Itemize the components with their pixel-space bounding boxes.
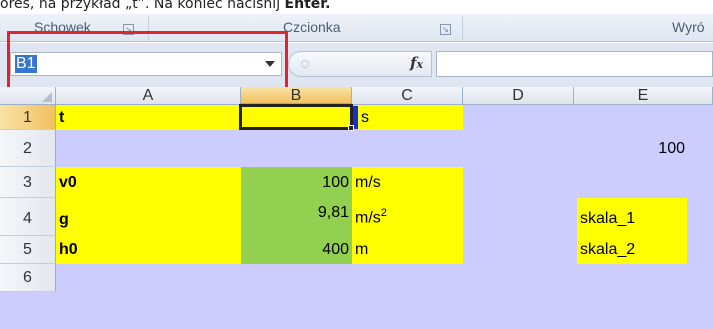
formula-bar-buttons: fx	[322, 51, 432, 77]
column-header-b[interactable]: B	[241, 87, 352, 105]
instruction-text-main: ores, na przykład „t”. Na koniec naciśni…	[0, 0, 285, 12]
column-header-c[interactable]: C	[352, 87, 463, 105]
cell-c5[interactable]: m	[352, 236, 463, 264]
cell-e5[interactable]: skala_2	[577, 236, 687, 264]
row-header-5[interactable]: 5	[0, 236, 56, 264]
cell-c4-unit: m/s	[355, 209, 381, 227]
cell-b1-active[interactable]	[239, 104, 353, 130]
cell-a3[interactable]: v0	[56, 167, 241, 198]
row-header-1[interactable]: 1	[0, 105, 56, 130]
insert-function-icon[interactable]: fx	[410, 54, 423, 72]
row-header-4[interactable]: 4	[0, 198, 56, 236]
column-header-d[interactable]: D	[463, 87, 574, 105]
fill-handle[interactable]	[348, 125, 354, 131]
cell-c4-exponent: 2	[380, 207, 387, 219]
cell-a4[interactable]: g	[56, 198, 241, 236]
formula-input[interactable]	[436, 51, 713, 77]
row-header-3[interactable]: 3	[0, 167, 56, 198]
instruction-text-bold: Enter.	[284, 0, 331, 12]
ribbon-group-font: Czcionka	[283, 19, 341, 35]
cell-b5[interactable]: 400	[241, 236, 352, 264]
column-header-e[interactable]: E	[574, 87, 713, 105]
formula-bar-expand-handle[interactable]	[288, 51, 322, 77]
cell-e2[interactable]: 100	[574, 130, 688, 167]
handle-dot-icon	[301, 60, 309, 68]
ribbon-separator	[462, 16, 463, 40]
cell-b4[interactable]: 9,81	[241, 198, 352, 236]
row-header-6[interactable]: 6	[0, 264, 56, 292]
column-header-a[interactable]: A	[56, 87, 241, 105]
cell-c3[interactable]: m/s	[352, 167, 463, 198]
cell-c1[interactable]: s	[358, 105, 463, 130]
ribbon-group-alignment: Wyró	[672, 19, 705, 35]
select-all-corner[interactable]	[0, 87, 56, 105]
cell-e4[interactable]: skala_1	[577, 198, 687, 236]
cell-c4[interactable]: m/s2	[352, 198, 463, 236]
row-header-2[interactable]: 2	[0, 130, 56, 167]
spreadsheet-grid: A B C D E 1 2 3 4 5 6 t s 100 v0 100 m/s…	[0, 87, 713, 329]
cell-b3[interactable]: 100	[241, 167, 352, 198]
cell-a1[interactable]: t	[56, 105, 241, 130]
cell-a5[interactable]: h0	[56, 236, 241, 264]
select-all-icon	[42, 92, 52, 102]
font-launcher-icon[interactable]: ↘	[440, 24, 451, 35]
